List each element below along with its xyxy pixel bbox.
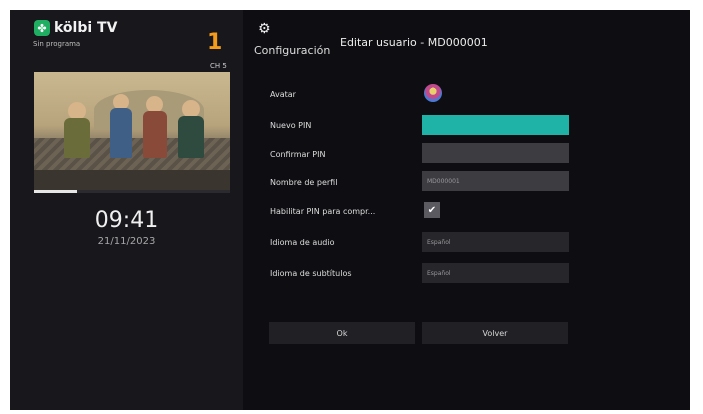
checkmark-icon: ✔ xyxy=(427,204,437,216)
profile-name-field[interactable]: MD000001 xyxy=(422,171,569,191)
ok-button[interactable]: Ok xyxy=(269,322,415,344)
playback-progress-fill xyxy=(34,190,78,193)
scene-foreground xyxy=(34,170,230,190)
audio-lang-label: Idioma de audio xyxy=(270,238,335,247)
cartoon-character xyxy=(174,100,208,160)
enable-pin-label: Habilitar PIN para compr... xyxy=(270,207,376,216)
tv-screen: ✤ kölbi TV Sin programa 1 CH 5 09:41 21/… xyxy=(10,10,690,410)
subtitle-lang-label: Idioma de subtítulos xyxy=(270,269,352,278)
cartoon-character xyxy=(106,94,136,160)
section-title: Configuración xyxy=(254,44,331,57)
profile-name-label: Nombre de perfil xyxy=(270,178,338,187)
page-title: Editar usuario - MD000001 xyxy=(340,36,488,49)
avatar-label: Avatar xyxy=(270,90,296,99)
brand-name: kölbi TV xyxy=(54,20,118,36)
left-panel: ✤ kölbi TV Sin programa 1 CH 5 09:41 21/… xyxy=(10,10,243,410)
confirm-pin-label: Confirmar PIN xyxy=(270,150,326,159)
clock-date: 21/11/2023 xyxy=(97,236,156,247)
new-pin-label: Nuevo PIN xyxy=(270,121,312,130)
avatar[interactable] xyxy=(424,84,442,102)
video-preview[interactable] xyxy=(34,72,230,190)
channel-label: CH 5 xyxy=(210,62,227,70)
cartoon-character xyxy=(62,102,92,160)
clock-time: 09:41 xyxy=(94,208,159,233)
cartoon-character xyxy=(140,96,170,160)
new-pin-field[interactable] xyxy=(422,115,569,135)
channel-number: 1 xyxy=(207,30,223,55)
enable-pin-checkbox[interactable]: ✔ xyxy=(424,202,440,218)
playback-progress xyxy=(34,190,230,193)
brand: ✤ kölbi TV xyxy=(34,20,117,36)
program-name: Sin programa xyxy=(33,40,81,48)
gear-icon: ⚙ xyxy=(258,21,271,37)
clover-icon: ✤ xyxy=(34,20,50,36)
subtitle-lang-select[interactable]: Español xyxy=(422,263,569,283)
back-button[interactable]: Volver xyxy=(422,322,568,344)
confirm-pin-field[interactable] xyxy=(422,143,569,163)
audio-lang-select[interactable]: Español xyxy=(422,232,569,252)
